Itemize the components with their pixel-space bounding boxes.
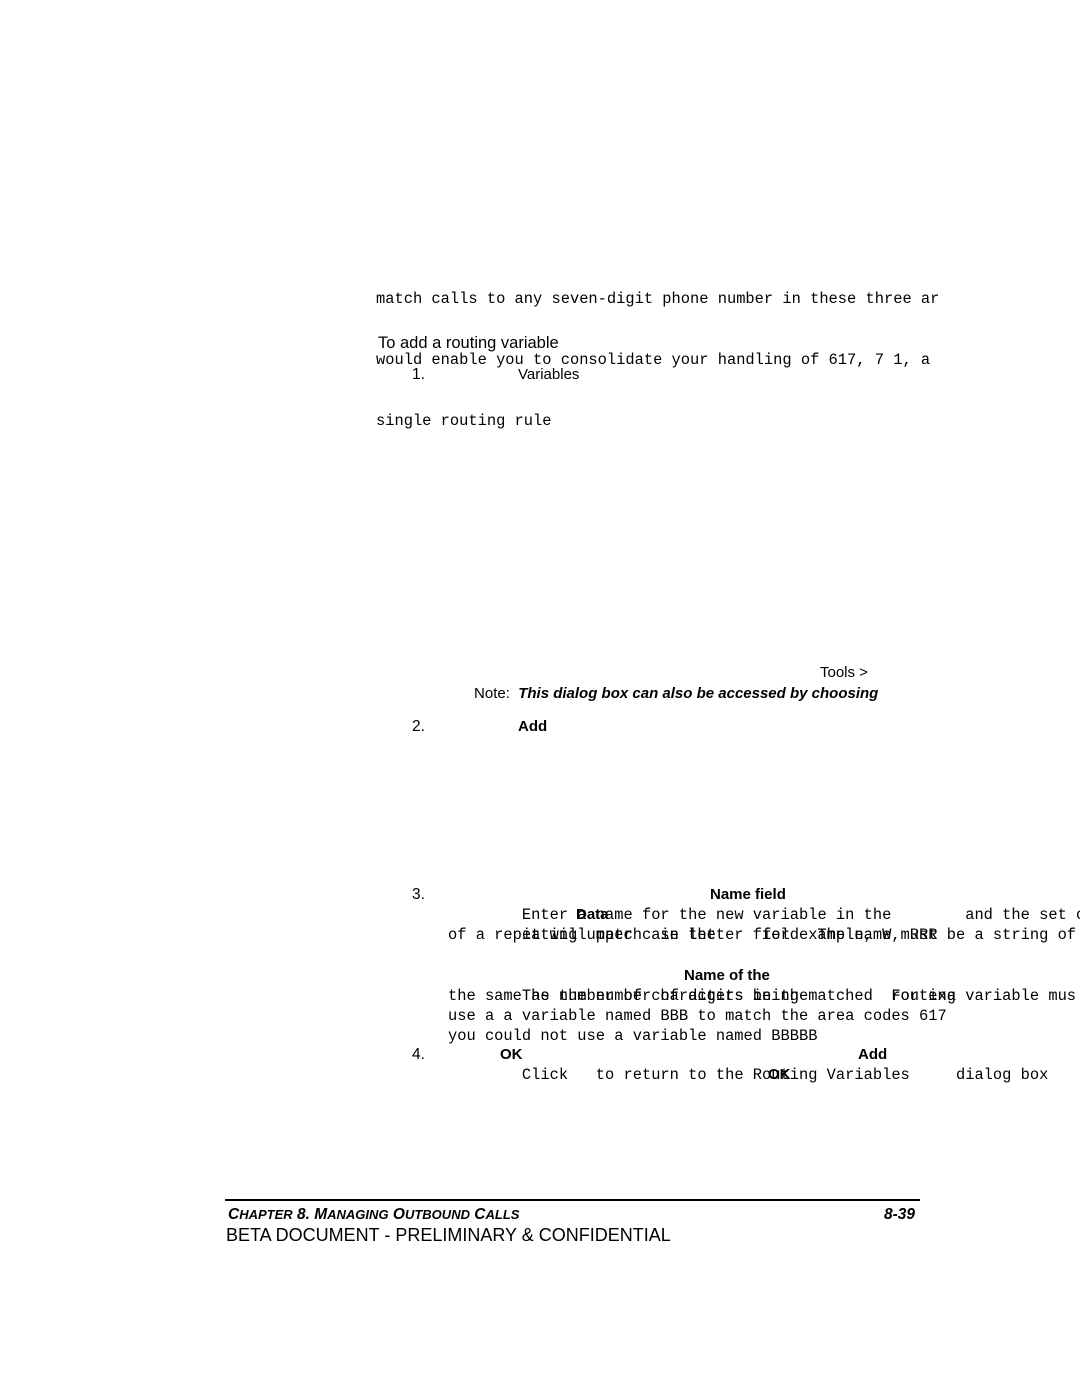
step-number: 2. [412,718,425,735]
note-line-1: Note: This dialog box can also be access… [449,662,1009,702]
step-line: use a a variable named BBB to match the … [448,1007,947,1026]
step-item-4: 4. Click to return to the Routing Variab… [412,1045,1080,1085]
ui-label-variables[interactable]: Variables [518,365,579,385]
step-body: Click to return to the Routing Variables… [448,1045,1080,1085]
step-item-3: 3. Enter a name for the new variable in … [412,885,1080,1047]
step-number: 1. [412,366,425,383]
step-line: the same as the number of digits being m… [448,986,956,1005]
step-line: The number of characters in the routing … [448,966,1080,1005]
ui-field-name-of-the[interactable]: Name of the [684,966,770,986]
step-body: Enter a name for the new variable in the… [448,885,1080,1047]
step-line: Click The Routing Variable dialog box op… [448,717,1080,737]
step-line: Click to return to the Routing Variables… [448,1045,1080,1084]
step-item-2: 2. Click The Routing Variable dialog box… [412,717,1080,737]
footer-page-number: 8-39 [884,1206,916,1223]
footer-chapter-text: CHAPTER 8. MANAGING OUTBOUND CALLS [228,1206,520,1223]
step-line-spacer [448,946,1080,966]
ui-button-add-2[interactable]: Add [858,1045,887,1065]
step-line: it will match in the field The name must… [448,905,1080,944]
intro-paragraph: match calls to any seven-digit phone num… [376,249,1080,471]
step-number: 3. [412,886,425,903]
footer-beta-notice: BETA DOCUMENT - PRELIMINARY & CONFIDENTI… [226,1225,671,1245]
step-line: you could not use a variable named BBBBB [448,1027,818,1046]
ui-button-add[interactable]: Add [518,717,547,737]
step-line: add another routing variable or click OK [448,1065,1080,1085]
step-body: Click on the Routing Rules tab see page … [448,365,1080,385]
document-page: match calls to any seven-digit phone num… [0,0,1080,1397]
ui-button-ok-2[interactable]: OK [768,1065,791,1085]
footer-chapter-title: CHAPTER 8. MANAGING OUTBOUND CALLS [228,1205,519,1224]
section-heading: To add a routing variable [378,334,559,352]
intro-line: match calls to any seven-digit phone num… [376,290,940,309]
footer-divider [225,1199,920,1201]
ui-field-data[interactable]: Data [576,905,609,925]
intro-line: single routing rule [376,411,552,430]
note-line-2: Routing Variables in the Dialing Service… [449,683,1009,704]
step-line: of a repeating upper case letter for exa… [448,926,938,945]
step-item-1: 1. Click on the Routing Rules tab see pa… [412,365,1080,385]
menu-path-tools[interactable]: Tools > [820,662,868,683]
note-callout: Note: This dialog box can also be access… [449,662,1009,704]
step-line: Click on the Routing Rules tab see page … [448,365,1080,385]
step-number: 4. [412,1046,425,1063]
ui-button-ok[interactable]: OK [500,1045,523,1065]
step-line: Enter a name for the new variable in the… [448,885,1080,924]
ui-field-name[interactable]: Name field [710,885,786,905]
step-body: Click The Routing Variable dialog box op… [448,717,1080,737]
